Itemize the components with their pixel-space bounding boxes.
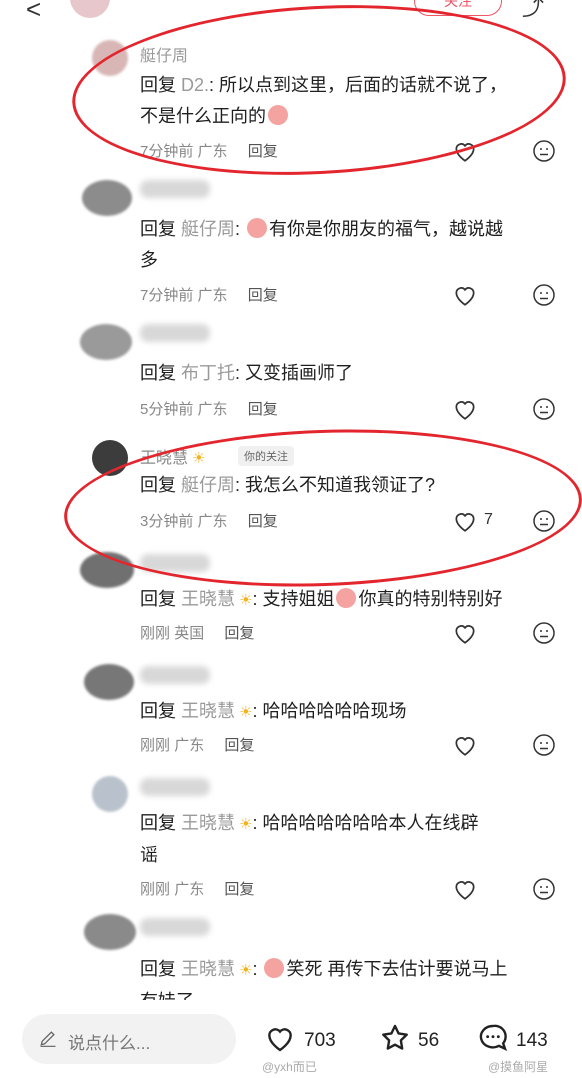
sun-badge-icon: ☀ <box>239 704 253 721</box>
comment-author[interactable] <box>140 778 210 801</box>
comment-item: 回复 艇仔周: 有你是你朋友的福气，越说越 多 7分钟前 广东 回复 <box>0 178 582 308</box>
comment-item: 艇仔周 回复 D2.: 所以点到这里，后面的话就不说了， 不是什么正向的 7分钟… <box>0 38 582 168</box>
avatar[interactable] <box>80 324 132 360</box>
avatar[interactable] <box>82 180 132 216</box>
dislike-face-icon[interactable] <box>532 139 556 163</box>
comment-item: 回复 王晓慧 ☀: 支持姐姐 你真的特别特别好 刚刚 英国 回复 <box>0 550 582 650</box>
comment-meta: 刚刚 广东 回复 <box>140 881 255 898</box>
share-icon[interactable]: ⤴ <box>522 0 544 22</box>
crying-emoji-icon <box>268 105 288 125</box>
reply-button[interactable]: 回复 <box>224 625 254 642</box>
avatar[interactable] <box>92 440 128 476</box>
comment-author[interactable] <box>140 666 210 689</box>
comment-item: 回复 王晓慧 ☀: 哈哈哈哈哈哈现场 刚刚 广东 回复 <box>0 662 582 762</box>
comment-author[interactable]: 艇仔周 <box>140 42 188 66</box>
comment-text: 回复 王晓慧 ☀: 哈哈哈哈哈哈哈本人在线辟 谣 <box>140 813 479 865</box>
bottom-action-bar: 说点什么... 703 56 143 @yxh而已 @摸鱼阿星 <box>0 1000 582 1078</box>
dislike-face-icon[interactable] <box>532 283 556 307</box>
like-button[interactable]: 703 <box>262 1022 336 1054</box>
comment-text: 回复 艇仔周: 我怎么不知道我领证了? <box>140 475 436 495</box>
following-tag: 你的关注 <box>238 446 294 466</box>
comment-text: 回复 王晓慧 ☀: 支持姐姐 你真的特别特别好 <box>140 588 503 609</box>
avatar[interactable] <box>92 776 128 812</box>
avatar[interactable] <box>92 40 128 76</box>
comment-input[interactable]: 说点什么... <box>22 1014 236 1064</box>
comment-input-placeholder: 说点什么... <box>68 1034 151 1053</box>
like-heart-icon[interactable] <box>452 508 478 534</box>
comment-meta: 7分钟前 广东 回复 <box>140 143 278 160</box>
comment-author[interactable] <box>140 918 210 941</box>
like-heart-icon[interactable] <box>452 620 478 646</box>
comment-meta: 7分钟前 广东 回复 <box>140 287 278 304</box>
like-count: 703 <box>304 1030 336 1051</box>
comment-item: 回复 王晓慧 ☀: 笑死 再传下去估计要说马上 有娃了 <box>0 912 582 1002</box>
comment-author[interactable] <box>140 180 210 203</box>
comment-meta: 5分钟前 广东 回复 <box>140 401 278 418</box>
comment-meta: 3分钟前 广东 回复 <box>140 513 278 530</box>
watermark: @摸鱼阿星 <box>488 1060 549 1074</box>
heart-icon <box>268 1028 292 1052</box>
comment-meta: 刚刚 广东 回复 <box>140 737 255 754</box>
dislike-face-icon[interactable] <box>532 509 556 533</box>
comment-item: 回复 布丁托: 又变插画师了 5分钟前 广东 回复 <box>0 322 582 422</box>
reply-button[interactable]: 回复 <box>248 401 278 418</box>
comment-author[interactable] <box>140 554 210 577</box>
comment-count: 143 <box>516 1030 548 1051</box>
like-heart-icon[interactable] <box>452 732 478 758</box>
like-count: 7 <box>484 511 493 528</box>
top-bar: < 关注 ⤴ <box>0 0 582 25</box>
follow-button[interactable]: 关注 <box>414 0 502 16</box>
comment-item: 王晓慧 ☀ 你的关注 回复 艇仔周: 我怎么不知道我领证了? 3分钟前 广东 回复… <box>0 438 582 538</box>
dislike-face-icon[interactable] <box>532 621 556 645</box>
watermark: @yxh而已 <box>262 1060 317 1074</box>
like-heart-icon[interactable] <box>452 396 478 422</box>
comment-text: 回复 王晓慧 ☀: 笑死 再传下去估计要说马上 有娃了 <box>140 958 508 1002</box>
comment-button[interactable]: 143 <box>476 1022 548 1054</box>
sun-badge-icon: ☀ <box>192 450 206 467</box>
sun-badge-icon: ☀ <box>239 592 253 609</box>
like-heart-icon[interactable] <box>452 876 478 902</box>
dislike-face-icon[interactable] <box>532 877 556 901</box>
crying-emoji-icon <box>264 958 285 978</box>
author-avatar[interactable] <box>70 0 110 18</box>
avatar[interactable] <box>84 664 134 700</box>
comment-text: 回复 布丁托: 又变插画师了 <box>140 363 354 383</box>
dislike-face-icon[interactable] <box>532 397 556 421</box>
comment-text: 回复 D2.: 所以点到这里，后面的话就不说了， 不是什么正向的 <box>140 75 508 126</box>
sun-badge-icon: ☀ <box>239 816 253 833</box>
comment-text: 回复 艇仔周: 有你是你朋友的福气，越说越 多 <box>140 218 504 270</box>
sun-badge-icon: ☀ <box>239 962 253 979</box>
crying-emoji-icon <box>247 218 268 238</box>
smiling-emoji-icon <box>336 588 357 608</box>
comment-author[interactable] <box>140 324 210 347</box>
favorite-button[interactable]: 56 <box>378 1022 439 1054</box>
avatar[interactable] <box>84 914 136 950</box>
reply-button[interactable]: 回复 <box>224 737 254 754</box>
chat-bubble-icon <box>479 1024 508 1051</box>
back-icon[interactable]: < <box>26 0 41 25</box>
reply-button[interactable]: 回复 <box>224 881 254 898</box>
dislike-face-icon[interactable] <box>532 733 556 757</box>
comment-meta: 刚刚 英国 回复 <box>140 625 255 642</box>
comment-text: 回复 王晓慧 ☀: 哈哈哈哈哈哈现场 <box>140 701 407 721</box>
comment-item: 回复 王晓慧 ☀: 哈哈哈哈哈哈哈本人在线辟 谣 刚刚 广东 回复 <box>0 774 582 904</box>
like-heart-icon[interactable] <box>452 138 478 164</box>
reply-button[interactable]: 回复 <box>248 143 278 160</box>
favorite-count: 56 <box>418 1030 440 1051</box>
reply-button[interactable]: 回复 <box>248 513 278 530</box>
reply-button[interactable]: 回复 <box>248 287 278 304</box>
comment-author[interactable]: 王晓慧 ☀ <box>140 444 205 468</box>
pencil-icon <box>40 1031 56 1047</box>
avatar[interactable] <box>80 552 134 588</box>
like-heart-icon[interactable] <box>452 282 478 308</box>
star-icon <box>382 1024 408 1050</box>
